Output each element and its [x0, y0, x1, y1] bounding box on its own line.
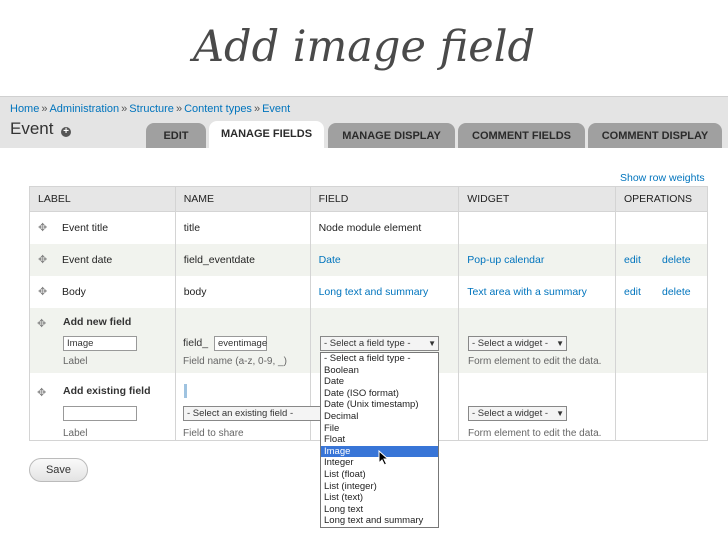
edit-link[interactable]: edit — [624, 254, 662, 266]
dropdown-option[interactable]: List (text) — [321, 492, 438, 504]
new-field-label-caption: Label — [63, 356, 88, 367]
column-header-name: NAME — [174, 186, 311, 212]
dropdown-option[interactable]: List (integer) — [321, 481, 438, 493]
row-label: Body — [62, 286, 86, 298]
dropdown-option[interactable]: - Select a field type - — [321, 353, 438, 365]
dropdown-option[interactable]: Date (ISO format) — [321, 388, 438, 400]
existing-field-select[interactable]: - Select an existing field - — [183, 406, 321, 421]
breadcrumb-content-types[interactable]: Content types — [184, 103, 252, 115]
dropdown-option[interactable]: Long text — [321, 504, 438, 516]
field-name-prefix: field_ — [183, 337, 209, 349]
existing-field-label-caption: Label — [63, 428, 88, 439]
breadcrumb-structure[interactable]: Structure — [129, 103, 174, 115]
dropdown-option[interactable]: Boolean — [321, 365, 438, 377]
dropdown-option[interactable]: Float — [321, 434, 438, 446]
tab-comment-display[interactable]: COMMENT DISPLAY — [588, 123, 722, 148]
dropdown-option[interactable]: Date — [321, 376, 438, 388]
tab-comment-fields[interactable]: COMMENT FIELDS — [458, 123, 585, 148]
chevron-down-icon: ▼ — [556, 339, 564, 348]
drag-handle-icon[interactable]: ✥ — [38, 285, 48, 298]
new-field-label-input[interactable]: Image — [63, 336, 137, 351]
table-row: ✥ Event date field_eventdate Date Pop-up … — [29, 243, 708, 276]
chevron-down-icon: ▼ — [556, 409, 564, 418]
column-header-operations: OPERATIONS — [615, 186, 708, 212]
delete-link[interactable]: delete — [662, 286, 691, 298]
row-field: Node module element — [309, 211, 460, 244]
existing-field-widget-caption: Form element to edit the data. — [468, 428, 602, 439]
column-header-label: LABEL — [29, 186, 176, 212]
drag-handle-icon[interactable]: ✥ — [37, 386, 47, 399]
field-type-select[interactable]: - Select a field type - ▼ — [320, 336, 439, 351]
row-name: field_eventdate — [174, 243, 311, 276]
table-row: ✥ Event title title Node module element — [29, 211, 708, 244]
row-label: Event title — [62, 222, 109, 235]
row-widget-link[interactable]: Pop-up calendar — [467, 254, 544, 266]
breadcrumb: Home» Administration» Structure» Content ty… — [10, 103, 291, 115]
column-header-widget: WIDGET — [458, 186, 616, 212]
breadcrumb-home[interactable]: Home — [10, 103, 39, 115]
drag-handle-icon[interactable]: ✥ — [38, 253, 48, 266]
table-row: ✥ Body body Long text and summary Text ar… — [29, 275, 708, 308]
new-field-name-input[interactable]: eventimage — [214, 336, 267, 351]
mouse-pointer-icon — [378, 450, 390, 466]
row-name: title — [174, 211, 311, 244]
new-field-widget-caption: Form element to edit the data. — [468, 356, 602, 367]
dropdown-option[interactable]: Long text and summary — [321, 515, 438, 527]
dropdown-option[interactable]: File — [321, 423, 438, 435]
show-row-weights-link[interactable]: Show row weights — [620, 172, 705, 184]
delete-link[interactable]: delete — [662, 254, 691, 266]
column-header-field: FIELD — [309, 186, 460, 212]
slide-title: Add image field — [193, 22, 535, 72]
tab-manage-display[interactable]: MANAGE DISPLAY — [328, 123, 455, 148]
row-name: body — [174, 275, 311, 308]
dropdown-option[interactable]: List (float) — [321, 469, 438, 481]
row-widget — [458, 211, 616, 244]
row-label: Event date — [62, 254, 113, 266]
existing-field-widget-select[interactable]: - Select a widget - ▼ — [468, 406, 567, 421]
table-header-row: LABEL NAME FIELD WIDGET OPERATIONS — [29, 186, 708, 212]
breadcrumb-administration[interactable]: Administration — [49, 103, 119, 115]
new-field-widget-select[interactable]: - Select a widget - ▼ — [468, 336, 567, 351]
edit-link[interactable]: edit — [624, 286, 662, 298]
save-button[interactable]: Save — [29, 458, 88, 482]
dropdown-option[interactable]: Date (Unix timestamp) — [321, 399, 438, 411]
tab-manage-fields[interactable]: MANAGE FIELDS — [209, 121, 324, 148]
field-name-caption: Field name (a-z, 0-9, _) — [183, 356, 287, 367]
add-new-field-title: Add new field — [63, 316, 132, 328]
existing-field-label-input[interactable] — [63, 406, 137, 421]
row-widget-link[interactable]: Text area with a summary — [467, 286, 587, 298]
existing-field-caption: Field to share — [183, 428, 244, 439]
tab-edit[interactable]: EDIT — [146, 123, 206, 148]
row-operations — [615, 211, 708, 244]
chevron-down-icon: ▼ — [428, 339, 436, 348]
dropdown-option[interactable]: Decimal — [321, 411, 438, 423]
add-existing-field-title: Add existing field — [63, 385, 151, 397]
row-field-link[interactable]: Long text and summary — [319, 286, 429, 298]
page-title: Event — [10, 119, 54, 138]
field-type-dropdown-list: - Select a field type - Boolean Date Dat… — [320, 352, 439, 528]
drag-handle-icon[interactable]: ✥ — [38, 221, 48, 234]
row-field-link[interactable]: Date — [319, 254, 341, 266]
breadcrumb-event[interactable]: Event — [262, 103, 290, 115]
add-shortcut-icon[interactable]: + — [61, 127, 71, 137]
drag-handle-icon[interactable]: ✥ — [37, 317, 47, 330]
text-cursor — [184, 384, 187, 398]
